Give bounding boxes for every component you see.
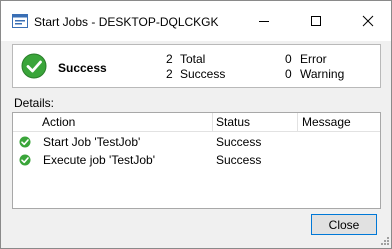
summary-panel: Success 2 Total 2 Success 0 Error 0 Warn… xyxy=(12,44,381,88)
warning-count: 0 xyxy=(285,67,292,81)
details-label: Details: xyxy=(14,96,55,110)
table-row[interactable]: Execute job 'TestJob' Success xyxy=(13,151,380,169)
dialog-window: Start Jobs - DESKTOP-DQLCKGK Success 2 T… xyxy=(0,0,392,249)
app-icon xyxy=(12,14,28,28)
maximize-button[interactable] xyxy=(293,1,339,41)
summary-status: Success xyxy=(58,61,107,75)
column-header-status[interactable]: Status xyxy=(216,113,250,131)
warning-label: Warning xyxy=(300,67,345,81)
check-circle-icon xyxy=(19,136,31,148)
title-bar[interactable]: Start Jobs - DESKTOP-DQLCKGK xyxy=(1,1,391,41)
success-label: Success xyxy=(180,67,226,81)
close-window-button[interactable] xyxy=(345,1,391,41)
column-divider[interactable] xyxy=(297,113,298,131)
details-grid[interactable]: Action Status Message Start Job 'TestJob… xyxy=(12,112,381,209)
window-title: Start Jobs - DESKTOP-DQLCKGK xyxy=(34,15,219,29)
row-action: Execute job 'TestJob' xyxy=(43,153,155,167)
check-circle-icon xyxy=(19,154,31,166)
grid-header: Action Status Message xyxy=(13,113,380,132)
column-divider[interactable] xyxy=(212,113,213,131)
row-status: Success xyxy=(216,135,262,149)
error-count: 0 xyxy=(285,52,292,66)
success-count: 2 xyxy=(166,67,173,81)
column-header-action[interactable]: Action xyxy=(42,113,75,131)
close-button[interactable]: Close xyxy=(311,214,377,235)
minimize-icon xyxy=(259,21,269,22)
total-count: 2 xyxy=(166,52,173,66)
row-status: Success xyxy=(216,153,262,167)
close-icon xyxy=(362,15,374,27)
error-label: Error xyxy=(300,52,327,66)
table-row[interactable]: Start Job 'TestJob' Success xyxy=(13,133,380,151)
row-action: Start Job 'TestJob' xyxy=(43,135,141,149)
check-circle-icon xyxy=(21,53,47,79)
maximize-icon xyxy=(311,16,321,26)
total-label: Total xyxy=(180,52,206,66)
resize-grip-icon[interactable] xyxy=(379,235,389,245)
column-header-message[interactable]: Message xyxy=(302,113,351,131)
minimize-button[interactable] xyxy=(241,1,287,41)
